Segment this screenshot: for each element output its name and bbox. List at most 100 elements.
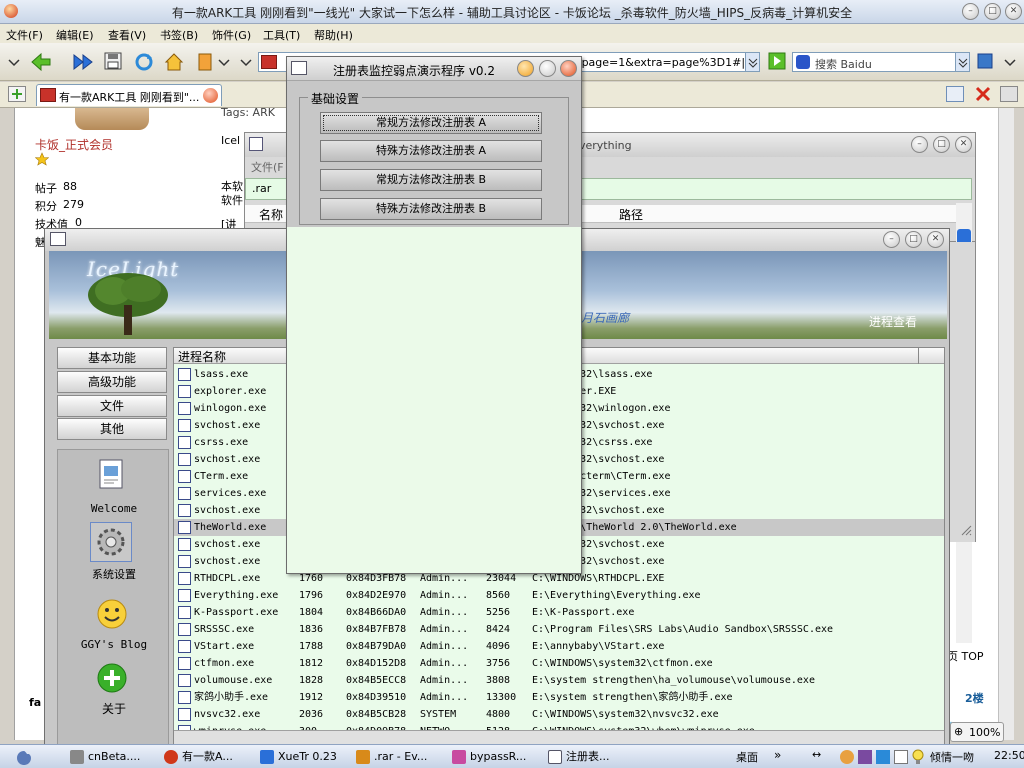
gear-icon[interactable]	[90, 522, 132, 562]
new-tab-icon[interactable]	[8, 86, 26, 102]
close-button[interactable]: ✕	[1005, 3, 1022, 20]
resize-grip-icon[interactable]	[960, 524, 972, 536]
avatar	[75, 108, 149, 130]
save-icon[interactable]	[104, 52, 124, 72]
close-button[interactable]: ✕	[927, 231, 944, 248]
menu-widgets[interactable]: 饰件(G)	[212, 27, 251, 43]
normal-modify-registry-a-button[interactable]: 常规方法修改注册表 A	[320, 112, 542, 134]
menu-bookmarks[interactable]: 书签(B)	[160, 27, 198, 43]
nav-basic-functions[interactable]: 基本功能	[57, 347, 167, 369]
document-icon[interactable]	[94, 458, 130, 492]
bookmark-icon[interactable]	[196, 52, 216, 72]
welcome-label[interactable]: Welcome	[58, 502, 170, 515]
table-row[interactable]: nvsvc32.exe 2036 0x84B5CB28 SYSTEM 4800 C:\WI…	[174, 706, 944, 723]
special-modify-registry-b-button[interactable]: 特殊方法修改注册表 B	[320, 198, 542, 220]
everything-menu-file[interactable]: 文件(F	[251, 159, 284, 175]
sidebar-toggle-icon[interactable]	[946, 86, 964, 102]
tab-current[interactable]: 有一款ARK工具 刚刚看到"...	[36, 84, 222, 106]
menu-view[interactable]: 查看(V)	[108, 27, 146, 43]
taskbar-item-everything[interactable]: .rar - Ev...	[354, 748, 438, 766]
minimize-button[interactable]: –	[962, 3, 979, 20]
process-list-hscroll[interactable]	[174, 730, 944, 744]
maximize-button[interactable]: □	[933, 136, 950, 153]
lr-arrows-icon[interactable]: ↔	[812, 748, 821, 761]
page-bottom-text: fa	[29, 696, 42, 709]
page-scrollbar[interactable]	[998, 108, 1014, 740]
settings-label[interactable]: 系统设置	[58, 566, 170, 582]
maximize-button[interactable]: □	[984, 3, 1001, 20]
tray-icon[interactable]	[876, 750, 890, 764]
username-link[interactable]: 卡饭_正式会员	[35, 136, 113, 153]
forward-fast-button[interactable]	[72, 52, 93, 72]
column-process-name[interactable]: 进程名称	[178, 348, 226, 365]
table-row[interactable]: ctfmon.exe 1812 0x84D152D8 Admin... 3756 C:\W…	[174, 655, 944, 672]
menu-file[interactable]: 文件(F)	[6, 27, 43, 43]
taskbar-item-cnbeta[interactable]: cnBeta....	[68, 748, 150, 766]
nav-advanced-functions[interactable]: 高级功能	[57, 371, 167, 393]
go-icon[interactable]	[768, 52, 788, 72]
start-button-icon[interactable]	[14, 748, 34, 766]
smiley-icon[interactable]	[96, 598, 128, 630]
taskbar-item-forum[interactable]: 有一款A...	[162, 748, 246, 766]
menu-tools[interactable]: 工具(T)	[263, 27, 300, 43]
minimize-button[interactable]: –	[911, 136, 928, 153]
table-row[interactable]: SRSSSC.exe 1836 0x84B7FB78 Admin... 8424 C:\P…	[174, 621, 944, 638]
chevron-down-icon[interactable]	[8, 52, 28, 72]
column-name[interactable]: 名称	[259, 206, 283, 223]
process-view-link[interactable]: 进程查看	[869, 313, 917, 330]
search-go-icon[interactable]	[976, 52, 996, 72]
chevron-down-icon[interactable]	[218, 52, 238, 72]
minimize-button[interactable]: –	[883, 231, 900, 248]
process-icon	[178, 385, 191, 398]
table-row[interactable]: K-Passport.exe 1804 0x84B66DA0 Admin... 5256…	[174, 604, 944, 621]
search-dropdown-icon[interactable]	[955, 53, 969, 71]
chevron-down-icon[interactable]	[240, 52, 260, 72]
panel-icon[interactable]	[1000, 86, 1018, 102]
maximize-button[interactable]: □	[905, 231, 922, 248]
about-label[interactable]: 关于	[58, 700, 170, 717]
nav-other[interactable]: 其他	[57, 418, 167, 440]
address-dropdown-icon[interactable]	[745, 53, 759, 71]
maximize-button[interactable]	[539, 60, 556, 77]
nav-files[interactable]: 文件	[57, 395, 167, 417]
taskbar-item-bypass[interactable]: bypassR...	[450, 748, 534, 766]
tray-icon[interactable]	[894, 750, 908, 764]
close-tab-icon[interactable]	[974, 85, 992, 103]
table-row[interactable]: volumouse.exe 1828 0x84B5ECC8 Admin... 3808 E…	[174, 672, 944, 689]
tab-close-icon[interactable]	[203, 88, 218, 103]
chevron-down-icon[interactable]	[1004, 52, 1024, 72]
table-row[interactable]: 家鸽小助手.exe 1912 0x84D39510 Admin... 13300 E:\s…	[174, 689, 944, 706]
menu-help[interactable]: 帮助(H)	[314, 27, 353, 43]
menu-edit[interactable]: 编辑(E)	[56, 27, 94, 43]
plus-icon[interactable]	[96, 662, 128, 694]
cell-name: svchost.exe	[194, 556, 261, 567]
search-input[interactable]: 搜索 Baidu	[792, 52, 970, 72]
normal-modify-registry-b-button[interactable]: 常规方法修改注册表 B	[320, 169, 542, 191]
desktop-label[interactable]: 桌面	[736, 749, 758, 765]
chevron-double-icon[interactable]: »	[774, 748, 781, 762]
taskbar-item-registry-demo[interactable]: 注册表...	[546, 748, 630, 766]
lightbulb-icon[interactable]	[912, 749, 924, 765]
table-row[interactable]: VStart.exe 1788 0x84B79DA0 Admin... 4096 E:\a…	[174, 638, 944, 655]
registry-demo-dialog[interactable]: 注册表监控弱点演示程序 v0.2 基础设置 常规方法修改注册表 A 特殊方法修改…	[286, 56, 582, 574]
tray-icon[interactable]	[840, 750, 854, 764]
column-path[interactable]: 路径	[619, 206, 643, 223]
dialog-titlebar[interactable]: 注册表监控弱点演示程序 v0.2	[287, 57, 581, 81]
floor-label: 2楼	[965, 692, 984, 705]
special-modify-registry-a-button[interactable]: 特殊方法修改注册表 A	[320, 140, 542, 162]
back-button[interactable]	[30, 52, 51, 72]
close-button[interactable]	[560, 60, 577, 77]
blog-label[interactable]: GGY's Blog	[58, 638, 170, 651]
cell-name: RTHDCPL.exe	[194, 573, 261, 584]
close-button[interactable]: ✕	[955, 136, 972, 153]
taskbar-item-xuetr[interactable]: XueTr 0.23	[258, 748, 342, 766]
minimize-button[interactable]	[517, 60, 534, 77]
table-row[interactable]: Everything.exe 1796 0x84D2E970 Admin... 8560…	[174, 587, 944, 604]
home-icon[interactable]	[164, 52, 184, 72]
page-top-link[interactable]: 页 TOP	[947, 648, 984, 664]
zoom-widget[interactable]: ⊕ 100%	[950, 722, 1004, 742]
icelight-app-icon	[50, 232, 66, 246]
task-label: bypassR...	[470, 750, 527, 763]
tray-icon[interactable]	[858, 750, 872, 764]
refresh-icon[interactable]	[134, 52, 154, 72]
